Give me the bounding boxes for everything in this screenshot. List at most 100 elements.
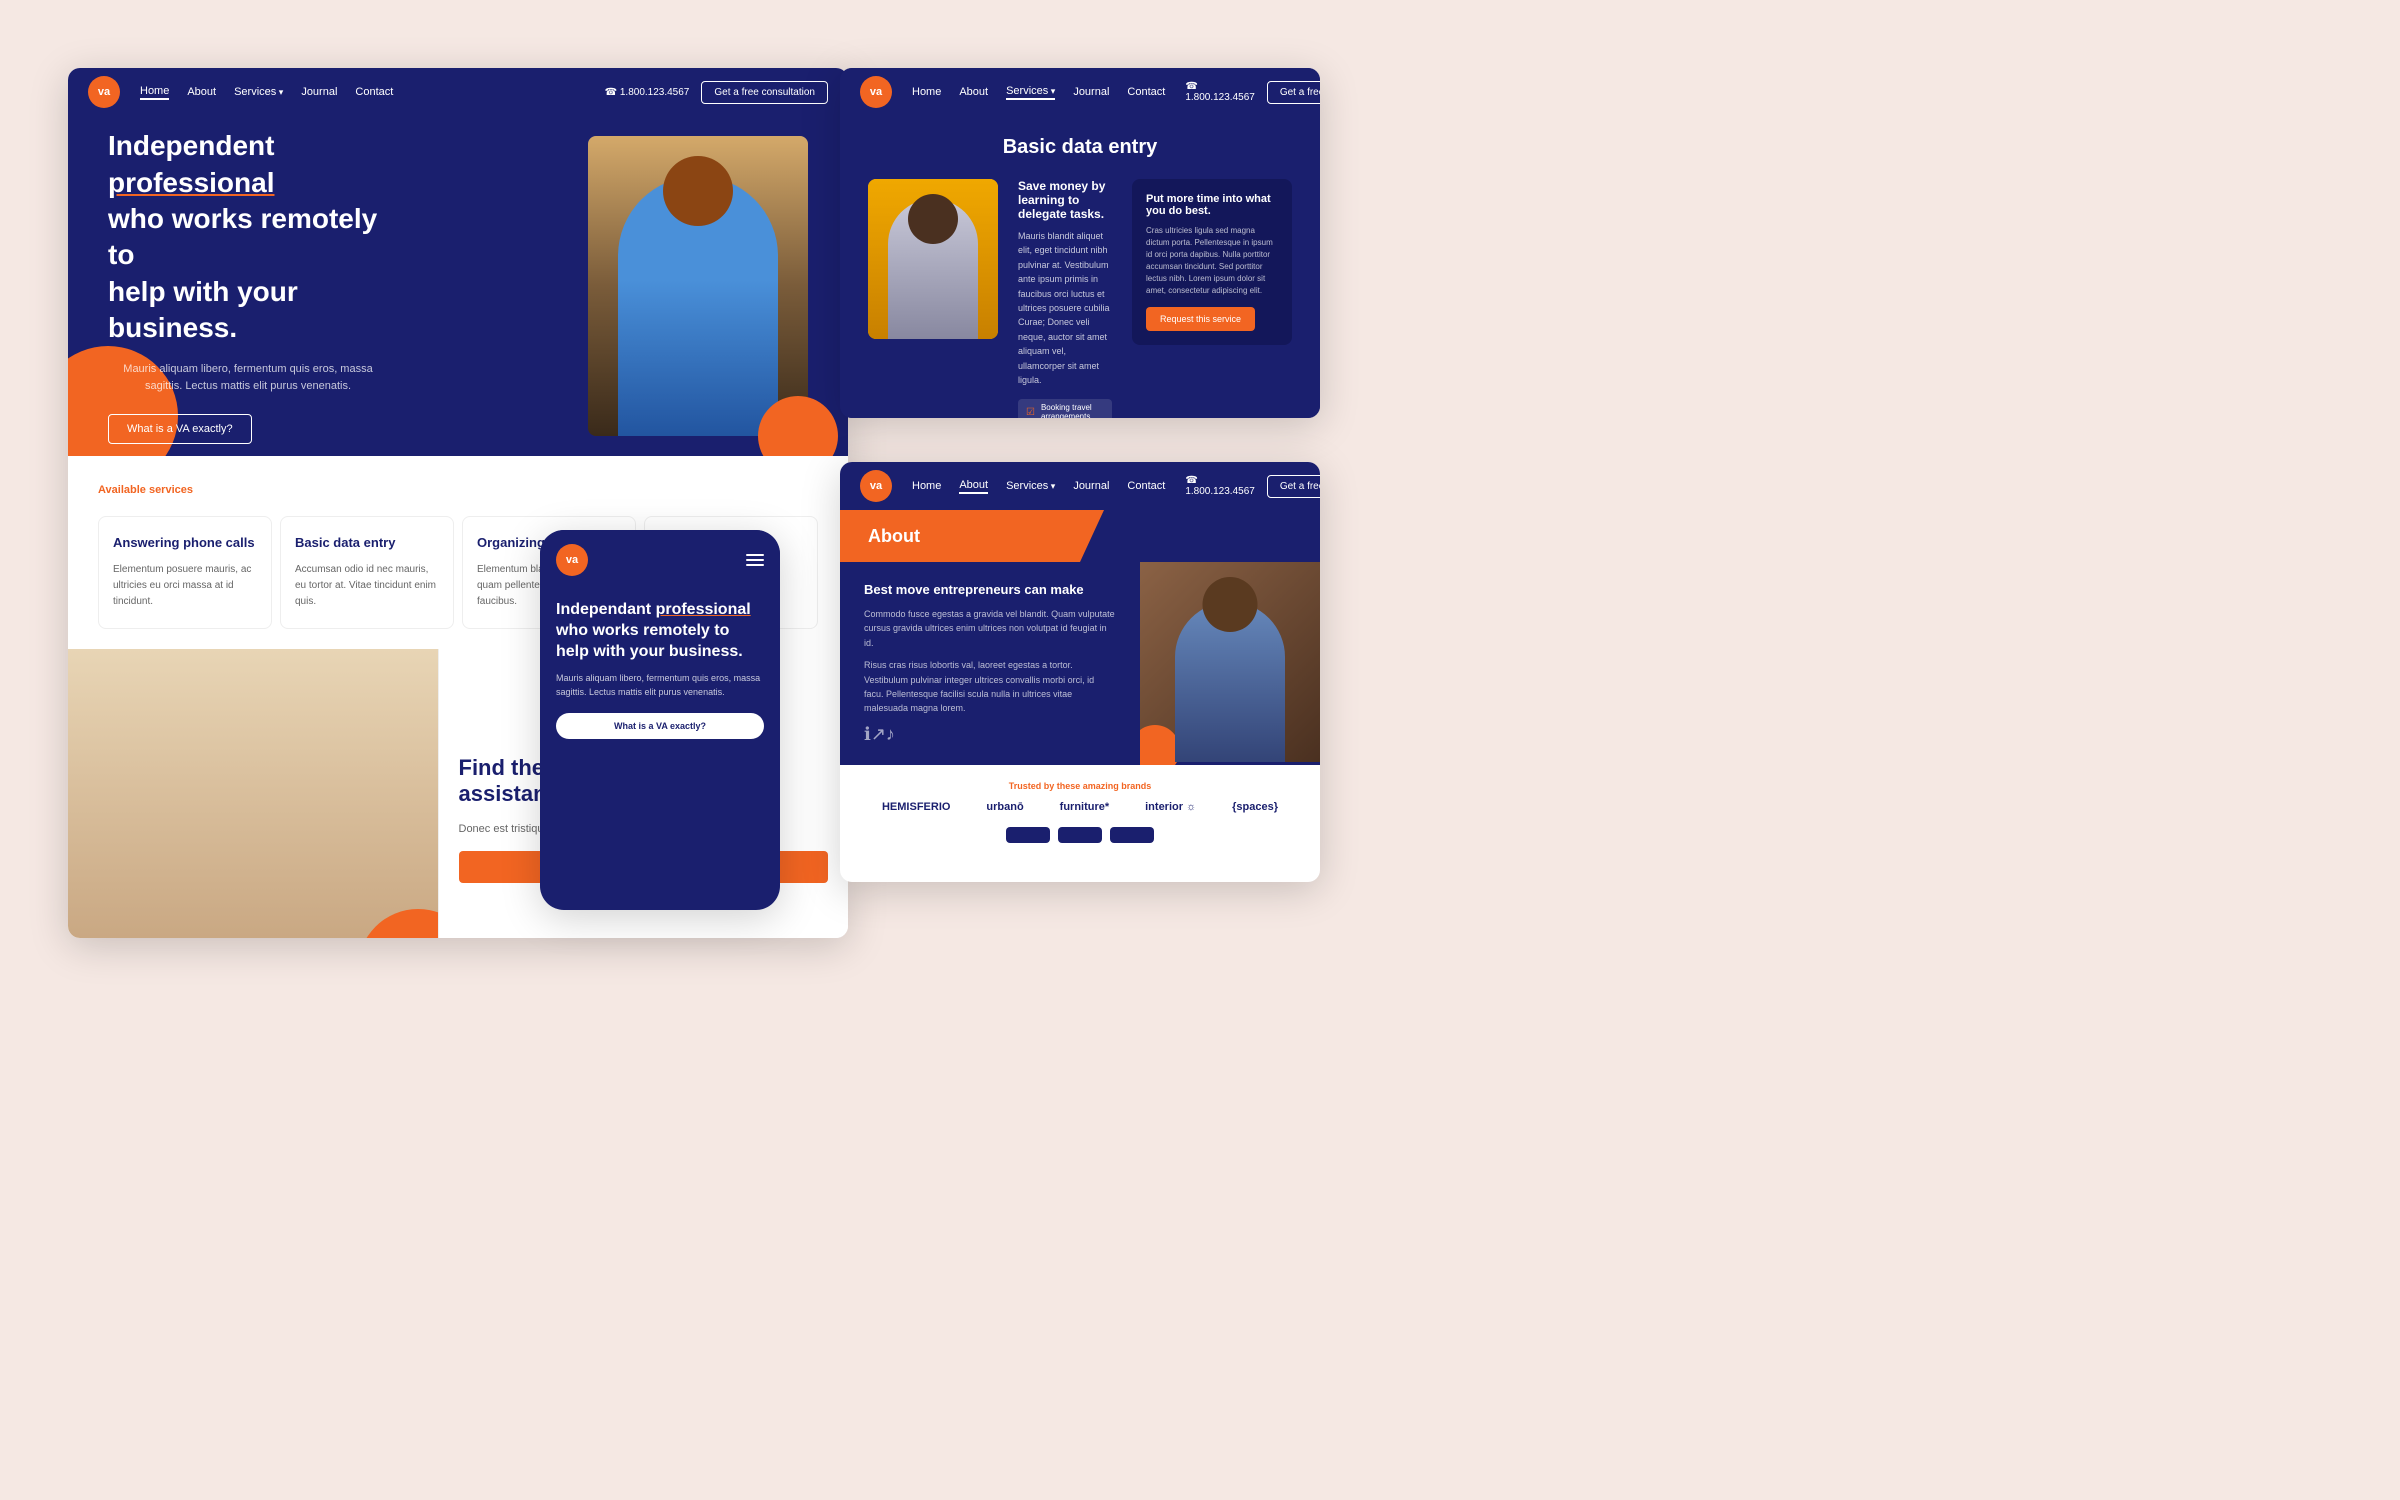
service-save-text: Mauris blandit aliquet elit, eget tincid… xyxy=(1018,229,1112,387)
card-mobile: va Independant professional who works re… xyxy=(540,530,780,910)
about-cta-btn-1[interactable] xyxy=(1006,827,1050,843)
about-text-1: Commodo fusce egestas a gravida vel blan… xyxy=(864,607,1116,650)
about-signature: ℹ↗♪ xyxy=(864,724,1116,745)
mobile-hero: Independant professional who works remot… xyxy=(540,590,780,759)
about-nav-contact[interactable]: Contact xyxy=(1127,480,1165,492)
mobile-nav: va xyxy=(540,530,780,590)
hamburger-line-2 xyxy=(746,559,764,561)
hero-section: Independent professional who works remot… xyxy=(68,116,848,456)
mobile-title: Independant professional who works remot… xyxy=(556,600,764,662)
nav-link-contact[interactable]: Contact xyxy=(355,86,393,98)
service-nav-phone: ☎ 1.800.123.4567 xyxy=(1185,81,1255,103)
service-card-0-title: Answering phone calls xyxy=(113,535,257,552)
nav-bar: va Home About Services Journal Contact ☎… xyxy=(68,68,848,116)
service-nav-bar: va Home About Services Journal Contact ☎… xyxy=(840,68,1320,116)
about-text-column: Best move entrepreneurs can make Commodo… xyxy=(840,562,1140,765)
about-page-title: About xyxy=(868,526,920,547)
brand-spaces: {spaces} xyxy=(1232,801,1278,813)
about-main-content: Best move entrepreneurs can make Commodo… xyxy=(840,562,1320,765)
brand-furniture: furniture* xyxy=(1060,801,1110,813)
service-put-more-text: Cras ultricies ligula sed magna dictum p… xyxy=(1146,225,1278,297)
about-nav-services[interactable]: Services xyxy=(1006,480,1055,492)
brand-hemisferio: HEMISFERIO xyxy=(882,801,950,813)
hero-title: Independent professional who works remot… xyxy=(108,128,408,346)
nav-logo: va xyxy=(88,76,120,108)
service-img-col xyxy=(868,179,998,418)
mobile-subtitle: Mauris aliquam libero, fermentum quis er… xyxy=(556,672,764,699)
brand-urbano: urbanō xyxy=(986,801,1023,813)
screenshot-bg: va Home About Services Journal Contact ☎… xyxy=(0,0,2400,1500)
card-about-page: va Home About Services Journal Contact ☎… xyxy=(840,462,1320,882)
nav-link-about[interactable]: About xyxy=(187,86,216,98)
service-save-heading: Save money by learning to delegate tasks… xyxy=(1018,179,1112,221)
nav-phone: ☎ 1.800.123.4567 xyxy=(605,87,690,98)
service-page-content: Save money by learning to delegate tasks… xyxy=(868,179,1292,418)
hero-subtitle: Mauris aliquam libero, fermentum quis er… xyxy=(108,361,388,396)
service-text-col: Save money by learning to delegate tasks… xyxy=(1018,179,1112,418)
service-right-box: Put more time into what you do best. Cra… xyxy=(1132,179,1292,345)
service-nav-right: ☎ 1.800.123.4567 Get a free consultation xyxy=(1185,81,1320,104)
about-cta-btn-2[interactable] xyxy=(1058,827,1102,843)
about-nav-bar: va Home About Services Journal Contact ☎… xyxy=(840,462,1320,510)
brand-interior: interior ☼ xyxy=(1145,801,1196,813)
service-card-1-title: Basic data entry xyxy=(295,535,439,552)
about-nav-logo: va xyxy=(860,470,892,502)
service-page-hero: Basic data entry Save money by learning … xyxy=(840,116,1320,418)
about-cta-row xyxy=(864,827,1296,843)
service-card-0-desc: Elementum posuere mauris, ac ultricies e… xyxy=(113,562,257,610)
service-checklist-item-0: Booking travel arrangements xyxy=(1018,399,1112,418)
about-nav-about[interactable]: About xyxy=(959,479,988,494)
hamburger-line-3 xyxy=(746,564,764,566)
hamburger-menu[interactable] xyxy=(746,554,764,566)
about-nav-home[interactable]: Home xyxy=(912,480,941,492)
about-header-blue xyxy=(1080,510,1320,562)
about-nav-right: ☎ 1.800.123.4567 Get a free consultation xyxy=(1185,475,1320,498)
bottom-left-image xyxy=(68,649,438,938)
nav-links: Home About Services Journal Contact xyxy=(140,85,585,100)
hero-cta-button[interactable]: What is a VA exactly? xyxy=(108,414,252,444)
services-label: Available services xyxy=(98,484,818,496)
nav-right: ☎ 1.800.123.4567 Get a free consultation xyxy=(605,81,828,104)
service-nav-about[interactable]: About xyxy=(959,86,988,98)
service-card-1: Basic data entry Accumsan odio id nec ma… xyxy=(280,516,454,629)
about-orange-header: About xyxy=(840,510,1320,562)
service-img-box xyxy=(868,179,998,339)
service-page-title: Basic data entry xyxy=(868,136,1292,159)
about-nav-phone: ☎ 1.800.123.4567 xyxy=(1185,475,1255,497)
hero-image xyxy=(588,136,808,436)
service-nav-services[interactable]: Services xyxy=(1006,85,1055,100)
about-bottom-section: Trusted by these amazing brands HEMISFER… xyxy=(840,765,1320,859)
service-nav-contact[interactable]: Contact xyxy=(1127,86,1165,98)
service-checklist: Booking travel arrangements Organising y… xyxy=(1018,399,1112,418)
hero-title-highlight: professional xyxy=(108,167,274,198)
nav-cta-button[interactable]: Get a free consultation xyxy=(701,81,828,104)
mobile-logo: va xyxy=(556,544,588,576)
nav-link-services[interactable]: Services xyxy=(234,86,283,98)
service-nav-links: Home About Services Journal Contact xyxy=(912,85,1165,100)
service-put-more-heading: Put more time into what you do best. xyxy=(1146,193,1278,217)
service-card-0: Answering phone calls Elementum posuere … xyxy=(98,516,272,629)
service-nav-journal[interactable]: Journal xyxy=(1073,86,1109,98)
about-text-2: Risus cras risus lobortis val, laoreet e… xyxy=(864,658,1116,716)
nav-link-home[interactable]: Home xyxy=(140,85,169,100)
service-nav-cta[interactable]: Get a free consultation xyxy=(1267,81,1320,104)
hamburger-line-1 xyxy=(746,554,764,556)
service-nav-logo: va xyxy=(860,76,892,108)
about-nav-links: Home About Services Journal Contact xyxy=(912,479,1165,494)
about-image-column xyxy=(1140,562,1320,765)
service-card-1-desc: Accumsan odio id nec mauris, eu tortor a… xyxy=(295,562,439,610)
about-main-heading: Best move entrepreneurs can make xyxy=(864,582,1116,597)
about-brands: HEMISFERIO urbanō furniture* interior ☼ … xyxy=(864,801,1296,813)
service-right-col: Put more time into what you do best. Cra… xyxy=(1132,179,1292,418)
bottom-person-photo xyxy=(68,649,438,938)
mobile-cta-button[interactable]: What is a VA exactly? xyxy=(556,713,764,739)
service-nav-home[interactable]: Home xyxy=(912,86,941,98)
service-request-button[interactable]: Request this service xyxy=(1146,307,1255,331)
card-service-page: va Home About Services Journal Contact ☎… xyxy=(840,68,1320,418)
about-nav-journal[interactable]: Journal xyxy=(1073,480,1109,492)
about-brands-label: Trusted by these amazing brands xyxy=(864,781,1296,791)
hero-person-photo xyxy=(588,136,808,436)
about-cta-btn-3[interactable] xyxy=(1110,827,1154,843)
about-nav-cta[interactable]: Get a free consultation xyxy=(1267,475,1320,498)
nav-link-journal[interactable]: Journal xyxy=(301,86,337,98)
